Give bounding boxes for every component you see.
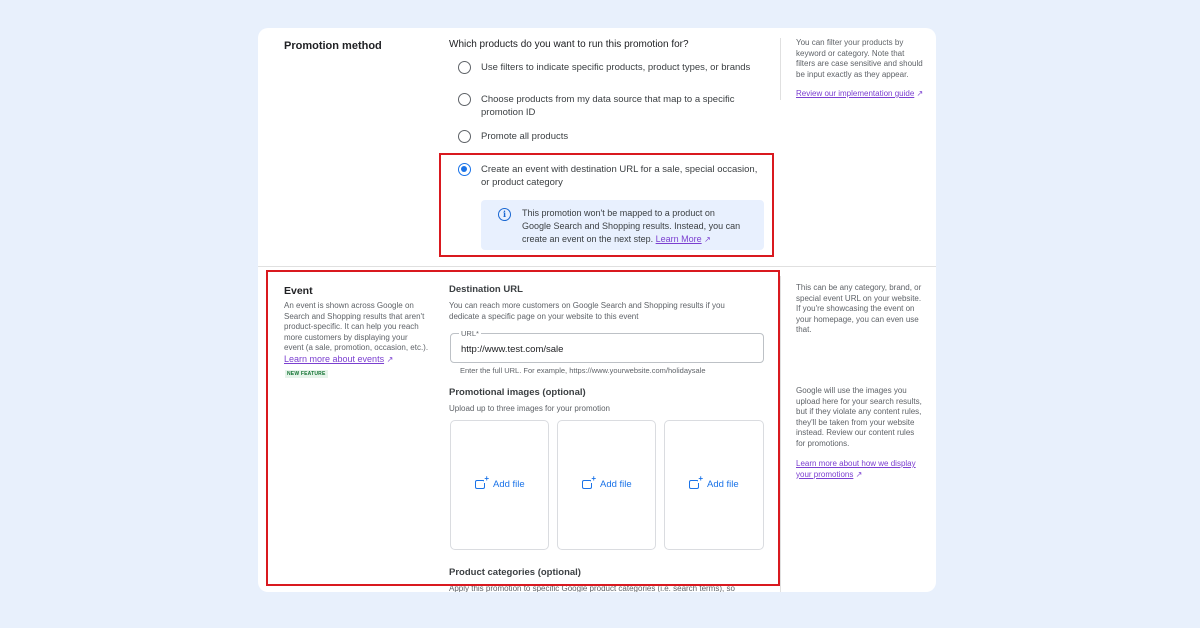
external-link-icon: ↗ xyxy=(916,89,924,98)
divider xyxy=(780,276,781,592)
promotion-method-title: Promotion method xyxy=(284,40,382,52)
implementation-guide-link[interactable]: Review our implementation guide xyxy=(796,89,914,98)
display-promotions-link-row: Learn more about how we display your pro… xyxy=(796,459,930,480)
radio-promote-all[interactable] xyxy=(458,130,471,143)
option-use-filters-label: Use filters to indicate specific product… xyxy=(481,62,751,73)
external-link-icon: ↗ xyxy=(855,469,863,479)
radio-choose-products[interactable] xyxy=(458,93,471,106)
section-divider xyxy=(258,266,936,267)
products-question: Which products do you want to run this p… xyxy=(449,39,689,50)
images-help-text: Google will use the images you upload he… xyxy=(796,386,922,448)
display-promotions-link[interactable]: Learn more about how we display xyxy=(796,459,930,470)
radio-use-filters[interactable] xyxy=(458,61,471,74)
promotion-help-text: You can filter your products by keyword … xyxy=(796,38,923,79)
implementation-guide-link-row: Review our implementation guide ↗ xyxy=(796,89,923,100)
highlight-box-event-section xyxy=(266,270,780,586)
option-promote-all-label: Promote all products xyxy=(481,131,569,142)
divider xyxy=(780,38,781,100)
option-choose-products-label: Choose products from my data source that… xyxy=(481,94,735,118)
highlight-box-create-event xyxy=(439,153,774,257)
destination-url-help-text: This can be any category, brand, or spec… xyxy=(796,283,922,334)
